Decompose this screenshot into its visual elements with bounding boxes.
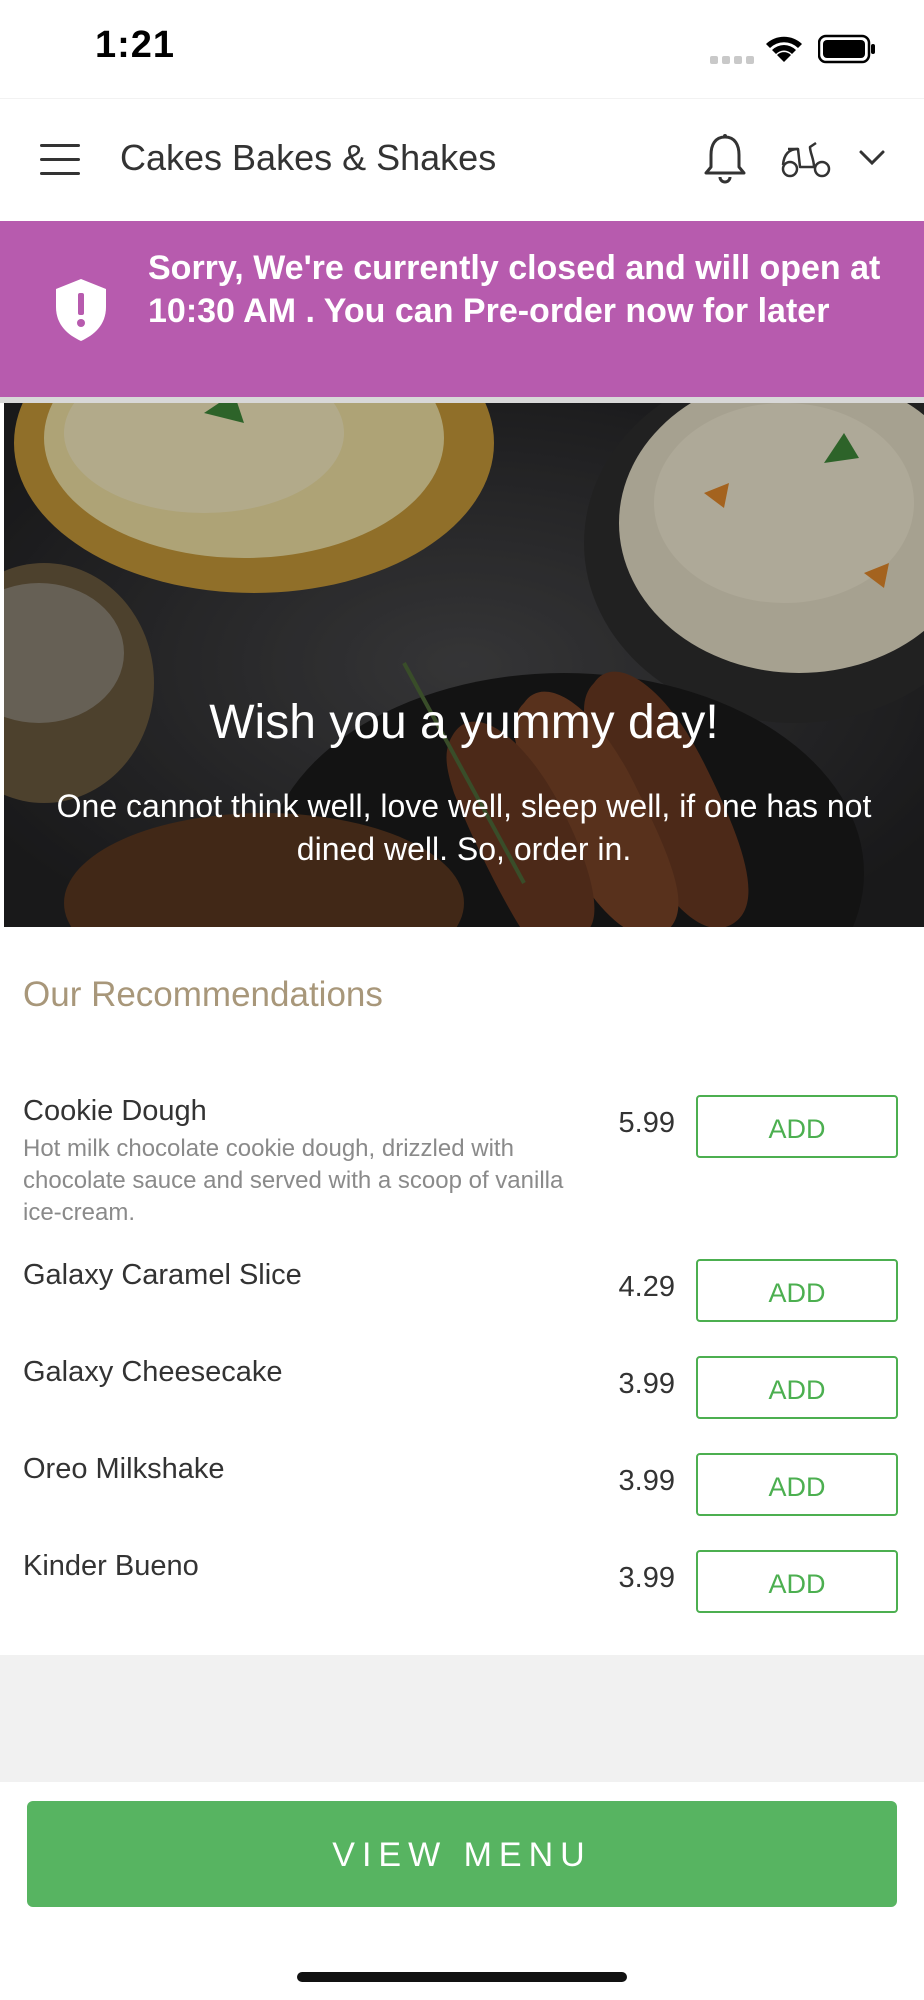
add-button[interactable]: ADD (696, 1356, 898, 1419)
divider (0, 1655, 924, 1782)
add-button[interactable]: ADD (696, 1259, 898, 1322)
app-header: Cakes Bakes & Shakes (0, 98, 924, 222)
item-price: 3.99 (618, 1465, 675, 1497)
item-name: Oreo Milkshake (23, 1453, 225, 1485)
item-name: Cookie Dough (23, 1095, 207, 1127)
item-name: Galaxy Cheesecake (23, 1356, 283, 1388)
item-name: Galaxy Caramel Slice (23, 1259, 302, 1291)
closed-message: Sorry, We're currently closed and will o… (148, 249, 881, 330)
battery-icon (818, 34, 875, 64)
status-bar: 1:21 (0, 0, 924, 98)
chevron-down-icon[interactable] (858, 149, 886, 167)
add-button[interactable]: ADD (696, 1453, 898, 1516)
store-name: Cakes Bakes & Shakes (120, 137, 497, 178)
item-description: Hot milk chocolate cookie dough, drizzle… (23, 1135, 564, 1226)
closed-banner: Sorry, We're currently closed and will o… (0, 221, 924, 397)
item-price: 4.29 (618, 1271, 675, 1303)
hero-title: Wish you a yummy day! (209, 696, 719, 749)
item-price: 3.99 (618, 1562, 675, 1594)
add-button[interactable]: ADD (696, 1095, 898, 1158)
item-name: Kinder Bueno (23, 1550, 199, 1582)
shield-alert-icon (56, 279, 106, 341)
hero-quote: One cannot think well, love well, sleep … (56, 788, 872, 867)
item-price: 5.99 (618, 1107, 675, 1139)
hero-banner: Wish you a yummy day! One cannot think w… (4, 403, 924, 927)
home-indicator (297, 1972, 627, 1982)
status-time: 1:21 (95, 24, 176, 66)
signal-icon (710, 56, 754, 64)
view-menu-button[interactable]: VIEW MENU (27, 1801, 897, 1907)
wifi-icon (766, 36, 802, 62)
section-title: Our Recommendations (23, 975, 383, 1014)
menu-icon[interactable] (40, 144, 80, 176)
add-button[interactable]: ADD (696, 1550, 898, 1613)
item-price: 3.99 (618, 1368, 675, 1400)
scooter-icon[interactable] (780, 139, 832, 179)
bell-icon[interactable] (702, 133, 748, 185)
